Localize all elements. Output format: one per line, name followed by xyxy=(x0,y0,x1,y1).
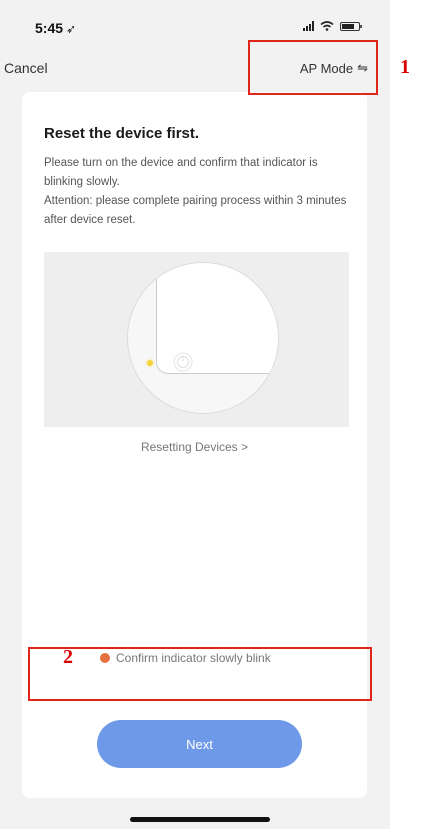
wifi-icon xyxy=(320,21,334,31)
home-indicator xyxy=(130,817,270,822)
power-icon xyxy=(173,352,193,372)
device-illustration xyxy=(44,252,349,427)
location-icon: ➶ xyxy=(66,22,77,36)
page-title: Reset the device first. xyxy=(44,125,200,142)
annotation-box-ap-mode xyxy=(248,40,378,95)
status-icons xyxy=(303,21,362,31)
annotation-number-1: 1 xyxy=(400,56,410,78)
status-time: 5:45 ➶ xyxy=(35,20,76,36)
resetting-devices-link[interactable]: Resetting Devices > xyxy=(22,440,367,454)
signal-icon xyxy=(303,21,314,31)
annotation-box-confirm xyxy=(28,647,372,701)
phone-screen: 5:45 ➶ Cancel AP Mode ⇋ Reset the device … xyxy=(0,0,390,829)
instruction-description: Please turn on the device and confirm th… xyxy=(44,157,318,188)
cancel-button[interactable]: Cancel xyxy=(4,60,48,76)
time-text: 5:45 xyxy=(35,20,64,36)
illustration-circle xyxy=(127,262,279,414)
annotation-number-2: 2 xyxy=(63,646,73,668)
instruction-attention: Attention: please complete pairing proce… xyxy=(44,195,347,226)
instructions-text: Please turn on the device and confirm th… xyxy=(44,154,349,230)
led-icon xyxy=(147,360,153,366)
next-button[interactable]: Next xyxy=(97,720,302,768)
battery-icon xyxy=(340,21,362,31)
